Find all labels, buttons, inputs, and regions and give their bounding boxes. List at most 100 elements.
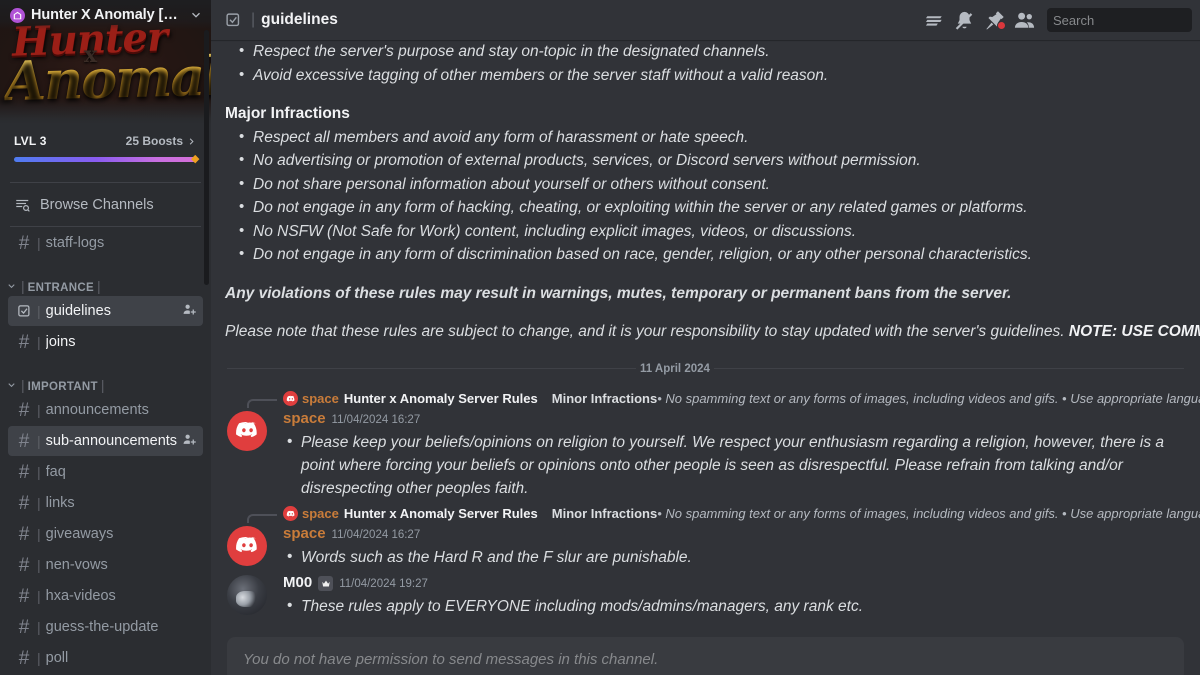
message-reply-reference[interactable]: space Hunter x Anomaly Server Rules Mino… xyxy=(211,389,1200,409)
reply-preview-bold: Minor Infractions xyxy=(551,391,658,406)
banner-fade xyxy=(0,98,211,124)
message-author[interactable]: M00 xyxy=(283,574,312,591)
boost-progress-bar: ◆ xyxy=(14,154,199,165)
minor-infractions-visible-list: Respect the server's purpose and stay on… xyxy=(225,40,1200,87)
channel-name: faq xyxy=(45,464,66,480)
channel-item-announcements[interactable]: # | announcements xyxy=(8,395,203,425)
date-divider: 11 April 2024 xyxy=(227,357,1184,381)
channel-item-staff-logs[interactable]: # | staff-logs xyxy=(8,228,203,258)
rules-channel-icon xyxy=(225,12,247,29)
rules-document: Respect the server's purpose and stay on… xyxy=(211,40,1200,344)
message-body: space 11/04/2024 16:27 Words such as the… xyxy=(211,524,1200,569)
divider-line-left xyxy=(227,368,636,369)
channel-item-hxa-videos[interactable]: # | hxa-videos xyxy=(8,581,203,611)
search-input[interactable] xyxy=(1053,12,1186,28)
avatar[interactable] xyxy=(227,410,267,451)
hash-icon: # xyxy=(18,554,30,576)
channel-item-poll[interactable]: # | poll xyxy=(8,643,203,673)
reply-spine xyxy=(247,398,277,408)
chevron-down-icon xyxy=(6,377,18,393)
channel-name: poll xyxy=(45,650,69,666)
hash-icon: # xyxy=(18,492,30,514)
message[interactable]: space Hunter x Anomaly Server Rules Mino… xyxy=(211,387,1200,502)
create-invite-icon[interactable] xyxy=(182,432,197,450)
channel-list: # | staff-logs | ENTRANCE | | guidelines xyxy=(0,228,211,675)
channel-item-joins[interactable]: # | joins xyxy=(8,327,203,357)
channel-name: announcements xyxy=(45,402,149,418)
hash-icon: # xyxy=(18,585,30,607)
channel-item-guidelines[interactable]: | guidelines xyxy=(8,296,203,326)
sidebar-scrollbar[interactable] xyxy=(204,30,209,285)
message-bullet-list: Words such as the Hard R and the F slur … xyxy=(283,545,1200,569)
message-text: Please keep your beliefs/opinions on rel… xyxy=(283,430,1200,500)
channel-item-nen-vows[interactable]: # | nen-vows xyxy=(8,550,203,580)
reply-preview-text: • No spamming text or any forms of image… xyxy=(657,391,1200,406)
chevron-down-icon xyxy=(6,278,18,294)
reply-avatar xyxy=(283,506,298,521)
channel-item-giveaways[interactable]: # | giveaways xyxy=(8,519,203,549)
topbar-separator: | xyxy=(251,11,256,28)
avatar[interactable] xyxy=(227,525,267,566)
create-invite-icon[interactable] xyxy=(182,302,197,320)
message-author[interactable]: space xyxy=(283,525,326,542)
message-timestamp: 11/04/2024 19:27 xyxy=(339,577,428,590)
common-sense-note: NOTE: USE COMMON SENS xyxy=(1068,323,1200,340)
search-input-wrapper[interactable] xyxy=(1047,8,1192,32)
server-boost-panel[interactable]: LVL 3 25 Boosts ◆ xyxy=(0,128,211,165)
pinned-messages-icon[interactable] xyxy=(979,7,1009,33)
message-body: M00 11/04/2024 19:27 These rules apply t… xyxy=(211,573,1200,618)
message-author[interactable]: space xyxy=(283,410,326,427)
composer-area: You do not have permission to send messa… xyxy=(227,637,1184,675)
category-bar-left: | xyxy=(21,377,25,393)
message[interactable]: space Hunter x Anomaly Server Rules Mino… xyxy=(211,502,1200,571)
member-list-icon[interactable] xyxy=(1009,7,1039,33)
channel-item-sub-announcements[interactable]: # | sub-announcements xyxy=(8,426,203,456)
category-header-entrance[interactable]: | ENTRANCE | xyxy=(0,268,211,296)
message-scroller[interactable]: Respect the server's purpose and stay on… xyxy=(211,40,1200,675)
date-divider-label: 11 April 2024 xyxy=(640,362,710,375)
category-bar-right: | xyxy=(100,377,105,393)
channel-item-links[interactable]: # | links xyxy=(8,488,203,518)
channel-item-guess-the-update[interactable]: # | guess-the-update xyxy=(8,612,203,642)
message-reply-reference[interactable]: space Hunter x Anomaly Server Rules Mino… xyxy=(211,504,1200,524)
browse-channels-icon xyxy=(14,196,32,214)
server-verified-badge-icon xyxy=(10,7,25,23)
avatar-column xyxy=(211,574,283,618)
channel-item-faq[interactable]: # | faq xyxy=(8,457,203,487)
threads-icon[interactable] xyxy=(919,7,949,33)
chevron-down-icon[interactable] xyxy=(189,8,203,22)
list-item: Avoid excessive tagging of other members… xyxy=(225,63,1200,88)
server-header[interactable]: Hunter X Anomaly [B... xyxy=(0,0,211,30)
channel-separator: | xyxy=(37,334,41,350)
reply-preview-text: • No spamming text or any forms of image… xyxy=(657,506,1200,521)
list-item: Words such as the Hard R and the F slur … xyxy=(283,545,1200,569)
message-content: space 11/04/2024 16:27 Please keep your … xyxy=(283,410,1200,500)
list-item: Do not share personal information about … xyxy=(225,172,1200,197)
notification-muted-icon[interactable] xyxy=(949,7,979,33)
hash-icon: # xyxy=(18,331,30,353)
list-item: Please keep your beliefs/opinions on rel… xyxy=(283,430,1200,500)
browse-channels-label: Browse Channels xyxy=(40,197,154,213)
list-item: Do not engage in any form of hacking, ch… xyxy=(225,195,1200,220)
message[interactable]: M00 11/04/2024 19:27 These rules apply t… xyxy=(211,571,1200,620)
browse-channels-button[interactable]: Browse Channels xyxy=(8,192,203,218)
avatar[interactable] xyxy=(227,574,267,615)
category-header-important[interactable]: | IMPORTANT | xyxy=(0,367,211,395)
hash-icon: # xyxy=(18,232,30,254)
boost-tip-icon: ◆ xyxy=(191,153,200,165)
no-permission-notice: You do not have permission to send messa… xyxy=(227,637,1184,675)
message-header: M00 11/04/2024 19:27 xyxy=(283,574,1200,595)
rules-channel-icon xyxy=(14,304,34,319)
channel-separator: | xyxy=(37,464,41,480)
main-content: | guidelines Res xyxy=(211,0,1200,675)
channel-name: joins xyxy=(45,334,76,350)
channel-name: giveaways xyxy=(45,526,114,542)
message-bullet-list: These rules apply to EVERYONE including … xyxy=(283,594,1200,618)
boost-count-group[interactable]: 25 Boosts xyxy=(126,134,197,148)
message-body: space 11/04/2024 16:27 Please keep your … xyxy=(211,409,1200,500)
list-item: Do not engage in any form of discriminat… xyxy=(225,242,1200,267)
channel-topbar: | guidelines xyxy=(211,0,1200,40)
message-header: space 11/04/2024 16:27 xyxy=(283,410,1200,431)
